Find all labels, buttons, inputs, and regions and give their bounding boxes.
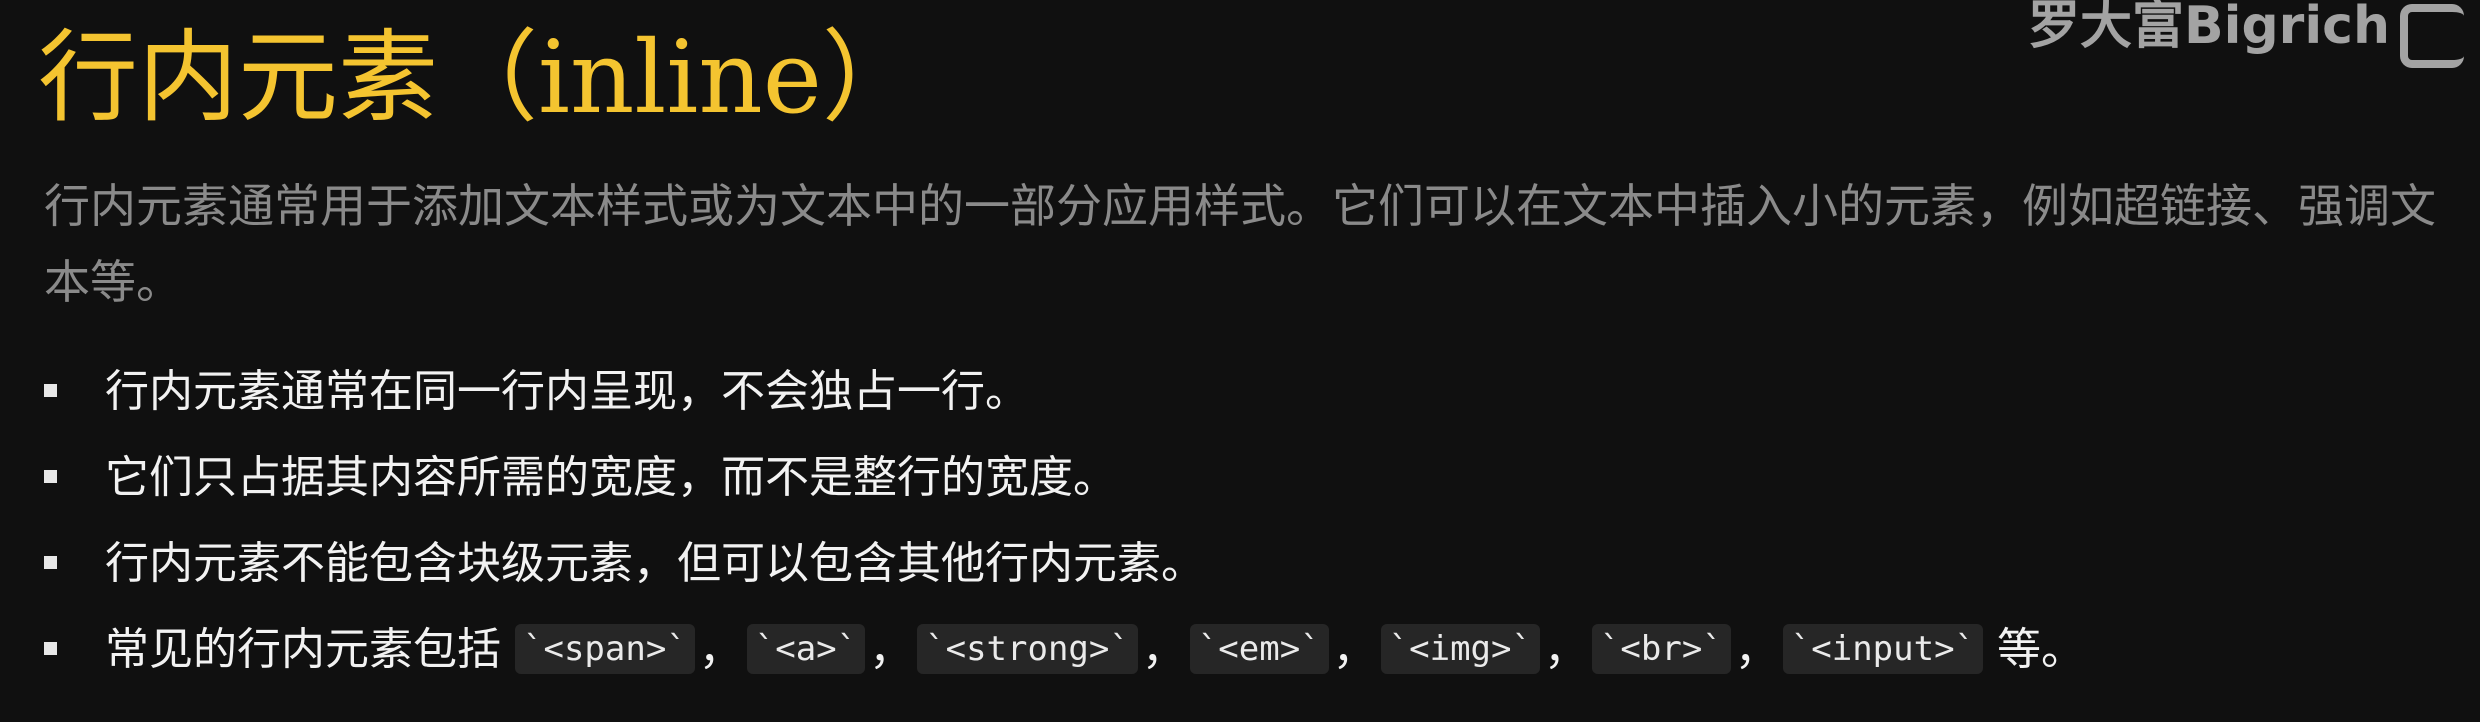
square-bullet-icon [44,641,57,655]
list-item: 行内元素不能包含块级元素，但可以包含其他行内元素。 [44,524,2085,610]
slide-description: 行内元素通常用于添加文本样式或为文本中的一部分应用样式。它们可以在文本中插入小的… [44,179,2436,309]
bullet-text: 行内元素不能包含块级元素，但可以包含其他行内元素。 [105,538,1205,589]
separator: ， [1332,624,1377,675]
inline-code-input: `<input>` [1782,624,1984,674]
bullet-text: 行内元素通常在同一行内呈现，不会独占一行。 [105,366,1029,417]
slide: 行内元素（inline） 行内元素通常用于添加文本样式或为文本中的一部分应用样式… [0,0,2480,722]
list-item: 行内元素通常在同一行内呈现，不会独占一行。 [44,352,2085,438]
separator: ， [1141,624,1186,675]
square-bullet-icon [44,555,57,569]
inline-code-a: `<a>` [746,624,866,674]
bullet-text: 常见的行内元素包括 [105,624,501,675]
inline-code-span: `<span>` [515,624,695,674]
slide-title: 行内元素（inline） [38,19,922,136]
separator: ， [698,624,743,675]
bilibili-logo-icon [2400,4,2464,68]
separator: ， [1543,624,1588,675]
square-bullet-icon [44,383,57,397]
bullet-list: 行内元素通常在同一行内呈现，不会独占一行。 它们只占据其内容所需的宽度，而不是整… [44,352,2085,696]
inline-code-img: `<img>` [1380,624,1540,674]
inline-code-strong: `<strong>` [917,624,1138,674]
list-item: 它们只占据其内容所需的宽度，而不是整行的宽度。 [44,438,2085,524]
bullet-suffix: 等。 [1997,624,2086,675]
watermark-text: 罗大富Bigrich [2028,0,2390,56]
list-item: 常见的行内元素包括 `<span>`， `<a>`， `<strong>`， `<em… [44,610,2085,696]
inline-code-em: `<em>` [1189,624,1329,674]
inline-code-br: `<br>` [1591,624,1731,674]
separator: ， [869,624,914,675]
square-bullet-icon [44,469,57,483]
separator: ， [1734,624,1779,675]
bullet-text: 它们只占据其内容所需的宽度，而不是整行的宽度。 [105,452,1117,503]
